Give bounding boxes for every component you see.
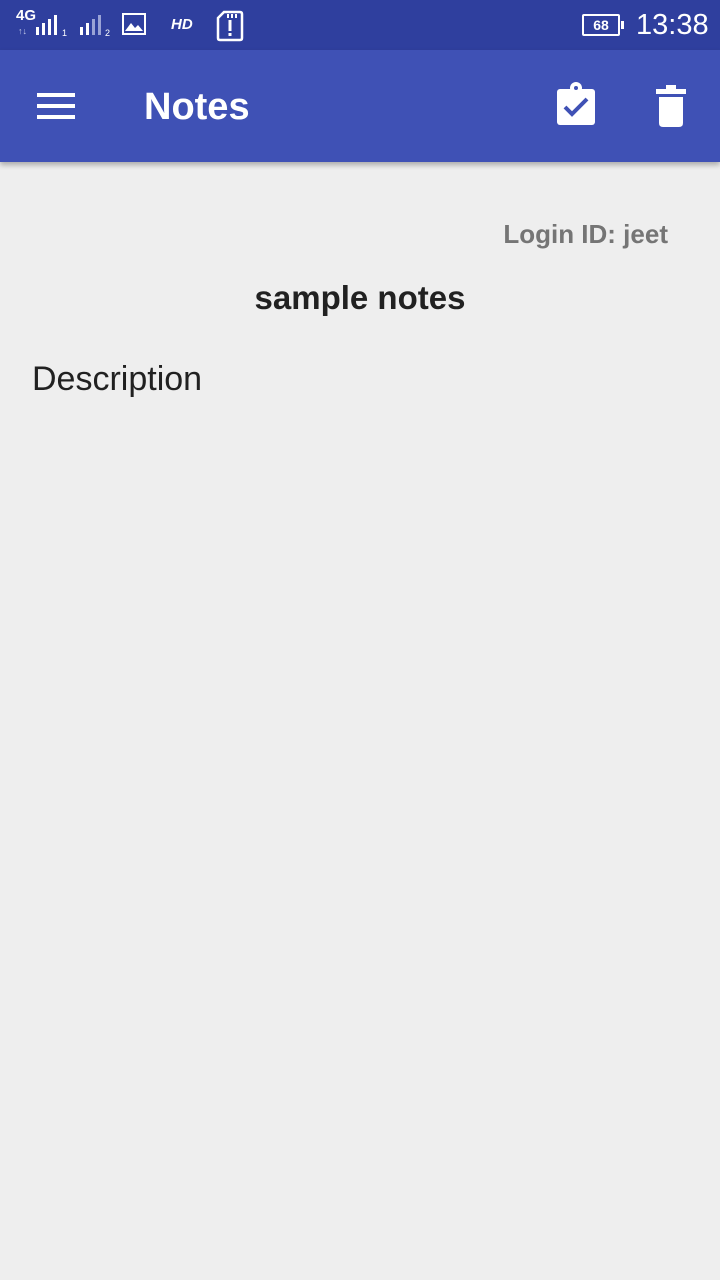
sim1-number: 1 (62, 28, 68, 38)
hamburger-menu-icon (37, 93, 75, 119)
status-bar: 4G ↑↓ 1 2 HD 68 13:38 (0, 0, 720, 50)
network-type-label: 4G (16, 7, 37, 24)
app-toolbar: Notes (0, 50, 720, 162)
app-title: Notes (144, 86, 250, 128)
navigation-menu-button[interactable] (24, 78, 88, 134)
battery-indicator: 68 (582, 14, 624, 36)
status-clock: 13:38 (636, 9, 709, 41)
login-id-label: Login ID: jeet (503, 219, 668, 249)
image-notification-icon (122, 13, 146, 35)
signal-sim1-icon (36, 15, 57, 35)
note-title: sample notes (254, 279, 466, 316)
trash-icon (656, 85, 686, 127)
signal-sim2-icon (80, 15, 101, 35)
note-description: Description (32, 360, 203, 398)
note-detail: Login ID: jeet sample notes Description (0, 162, 720, 1280)
sim2-number: 2 (105, 28, 111, 38)
hd-voice-label: HD (171, 16, 193, 33)
clipboard-check-icon (557, 82, 595, 125)
sd-card-alert-icon (216, 10, 244, 42)
data-activity-indicator: ↑↓ (18, 26, 27, 36)
save-note-button[interactable] (548, 80, 604, 136)
delete-note-button[interactable] (644, 80, 700, 136)
